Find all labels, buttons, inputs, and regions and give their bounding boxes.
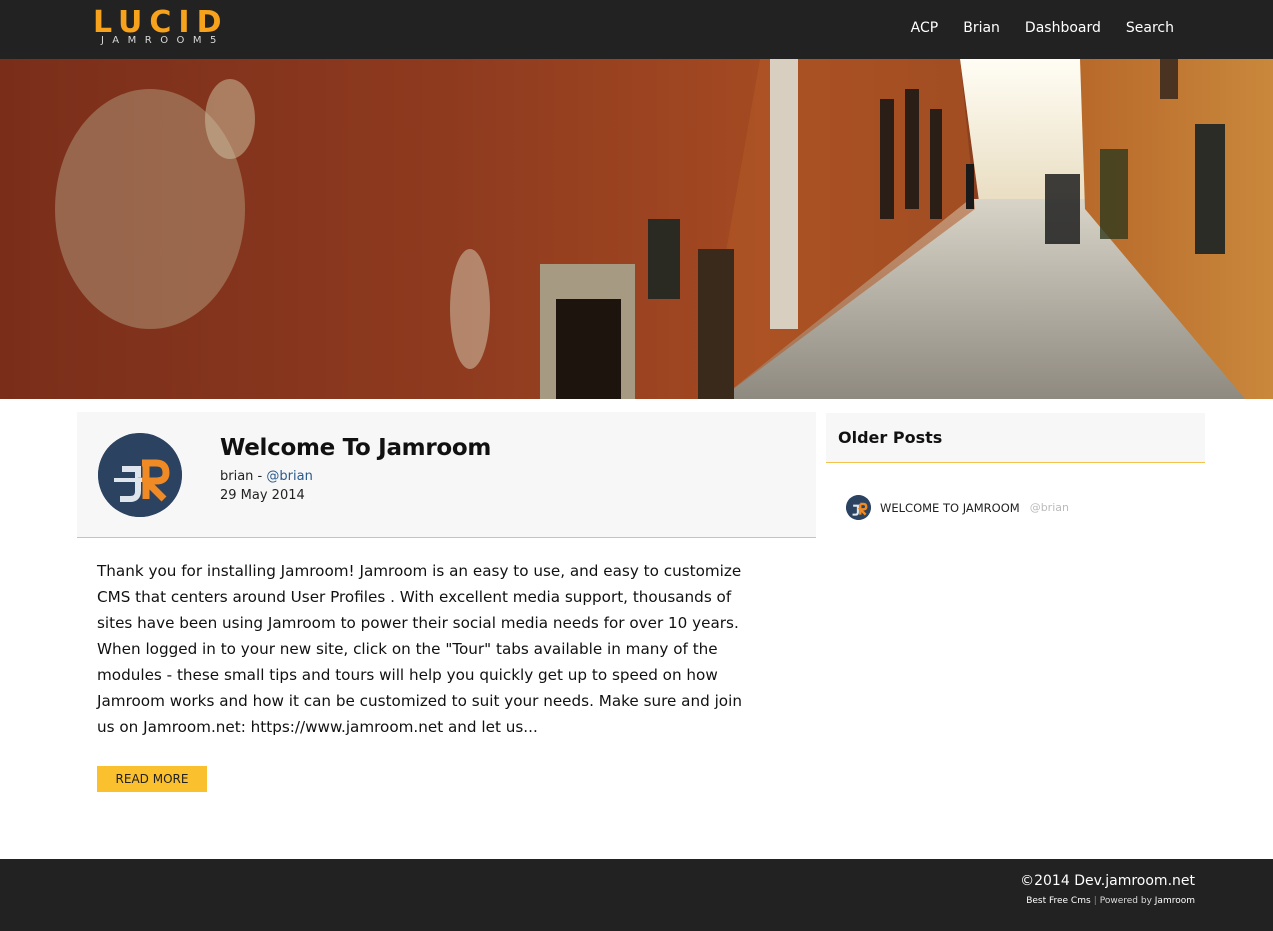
older-post-title[interactable]: WELCOME TO JAMROOM bbox=[880, 501, 1020, 515]
post-date: 29 May 2014 bbox=[220, 488, 305, 503]
jamroom-logo-icon bbox=[846, 495, 871, 520]
post-excerpt: Thank you for installing Jamroom! Jamroo… bbox=[97, 562, 742, 736]
post-author: brian bbox=[220, 469, 254, 484]
footer-separator: | bbox=[1093, 896, 1097, 906]
site-footer: ©2014 Dev.jamroom.net Best Free Cms | Powe… bbox=[0, 859, 1273, 931]
sidebar-title: Older Posts bbox=[838, 428, 943, 447]
nav-search[interactable]: Search bbox=[1126, 19, 1174, 37]
sidebar-header: Older Posts bbox=[826, 413, 1205, 463]
author-separator: - bbox=[253, 469, 267, 484]
footer-copyright: ©2014 Dev.jamroom.net bbox=[1020, 873, 1195, 889]
older-post-item[interactable]: WELCOME TO JAMROOM @brian bbox=[826, 495, 1205, 520]
site-logo[interactable]: LUCID JAMROOM5 bbox=[93, 7, 263, 47]
footer-powered-by: Powered by bbox=[1099, 896, 1152, 906]
hero-banner-image bbox=[0, 59, 1273, 399]
nav-dashboard[interactable]: Dashboard bbox=[1025, 19, 1101, 37]
post-title[interactable]: Welcome To Jamroom bbox=[220, 435, 491, 461]
footer-links: Best Free Cms | Powered by Jamroom bbox=[1026, 896, 1195, 906]
copyright-year: ©2014 bbox=[1020, 873, 1070, 889]
main-nav: ACP Brian Dashboard Search bbox=[911, 19, 1174, 37]
older-post-avatar bbox=[846, 495, 871, 520]
logo-sub-text: JAMROOM5 bbox=[101, 35, 225, 46]
post-header: Welcome To Jamroom brian - @brian 29 May… bbox=[77, 412, 816, 538]
older-posts-sidebar: Older Posts WELCOME TO JAMROOM @brian bbox=[826, 413, 1205, 520]
top-navbar: LUCID JAMROOM5 ACP Brian Dashboard Searc… bbox=[0, 0, 1273, 59]
post-author-handle[interactable]: @brian bbox=[266, 469, 312, 484]
older-post-handle[interactable]: @brian bbox=[1030, 501, 1069, 514]
footer-site-link[interactable]: Dev.jamroom.net bbox=[1074, 873, 1195, 889]
footer-best-free-cms-link[interactable]: Best Free Cms bbox=[1026, 896, 1091, 906]
post-meta: brian - @brian 29 May 2014 bbox=[220, 467, 313, 505]
nav-acp[interactable]: ACP bbox=[911, 19, 939, 37]
nav-brian[interactable]: Brian bbox=[963, 19, 1000, 37]
author-avatar[interactable] bbox=[98, 433, 182, 517]
footer-jamroom-link[interactable]: Jamroom bbox=[1155, 896, 1195, 906]
read-more-button[interactable]: READ MORE bbox=[97, 766, 207, 792]
blog-post-card: Welcome To Jamroom brian - @brian 29 May… bbox=[77, 412, 816, 792]
jamroom-logo-icon bbox=[98, 433, 182, 517]
